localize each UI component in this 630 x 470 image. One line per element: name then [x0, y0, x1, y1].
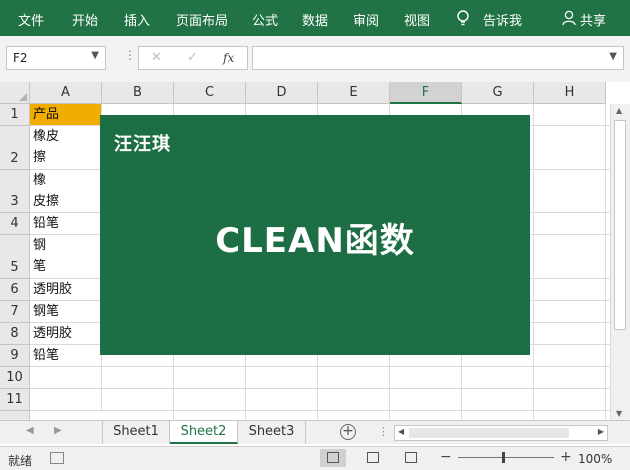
ribbon-menu: 文件 开始 插入 页面布局 公式 数据 审阅 视图 告诉我 共享 [0, 0, 630, 36]
confirm-icon[interactable]: ✓ [187, 50, 198, 65]
prev-sheet-icon[interactable]: ◀ [26, 425, 34, 436]
zoom-slider-thumb[interactable] [502, 452, 505, 463]
sheet-tab-sheet2[interactable]: Sheet2 [170, 421, 238, 444]
status-ready: 就绪 [8, 454, 33, 468]
share-button[interactable]: 共享 [580, 10, 606, 29]
tab-formulas[interactable]: 公式 [252, 10, 278, 29]
zoom-out-icon[interactable]: − [440, 449, 452, 465]
scroll-left-icon[interactable]: ◀ [398, 427, 404, 436]
tab-insert[interactable]: 插入 [124, 10, 150, 29]
sheet-tab-sheet1[interactable]: Sheet1 [102, 421, 170, 444]
banner-title: CLEAN函数 [215, 221, 415, 261]
scroll-up-icon[interactable]: ▲ [616, 106, 622, 115]
formula-bar-area: F2 ▼ ⋮ ✕ ✓ fx ▼ [0, 36, 630, 82]
zoom-slider[interactable] [458, 457, 554, 458]
sheet-tab-sheet3[interactable]: Sheet3 [238, 421, 306, 444]
horizontal-scroll-thumb[interactable] [409, 428, 569, 438]
normal-view-button[interactable] [320, 449, 346, 467]
page-layout-view-button[interactable] [360, 449, 386, 467]
status-bar: 就绪 − + 100% [0, 446, 630, 470]
vertical-scroll-thumb[interactable] [614, 120, 626, 330]
author-label: 汪汪琪 [114, 134, 171, 155]
scroll-right-icon[interactable]: ▶ [598, 427, 604, 436]
name-box-value: F2 [13, 51, 28, 65]
scroll-down-icon[interactable]: ▼ [616, 409, 622, 418]
resize-handle-icon[interactable]: ⋮ [124, 48, 136, 62]
tab-file[interactable]: 文件 [18, 10, 44, 29]
formula-buttons: ✕ ✓ fx [138, 46, 248, 70]
zoom-in-icon[interactable]: + [560, 449, 572, 465]
page-break-icon [405, 452, 417, 463]
macro-record-icon[interactable] [50, 452, 64, 464]
name-box[interactable]: F2 ▼ [6, 46, 106, 70]
tab-home[interactable]: 开始 [72, 10, 98, 29]
page-icon [367, 452, 379, 463]
vertical-scrollbar[interactable]: ▲ ▼ [610, 104, 630, 420]
tab-page-layout[interactable]: 页面布局 [176, 10, 228, 29]
cancel-icon[interactable]: ✕ [151, 50, 162, 65]
user-icon[interactable] [562, 10, 576, 26]
expand-formula-icon[interactable]: ▼ [609, 51, 617, 62]
chevron-down-icon[interactable]: ▼ [91, 50, 99, 61]
grid-icon [327, 452, 339, 463]
tell-me-box[interactable]: 告诉我 [483, 10, 522, 29]
tab-view[interactable]: 视图 [404, 10, 430, 29]
insert-function-icon[interactable]: fx [223, 51, 234, 65]
resize-handle-icon[interactable]: ⋮ [378, 425, 389, 438]
tab-data[interactable]: 数据 [302, 10, 328, 29]
title-banner-image[interactable]: 汪汪琪 CLEAN函数 [100, 115, 530, 355]
page-break-view-button[interactable] [398, 449, 424, 467]
horizontal-scrollbar[interactable]: ◀ ▶ [394, 425, 608, 441]
formula-input[interactable]: ▼ [252, 46, 624, 70]
lightbulb-icon[interactable] [456, 10, 470, 27]
sheet-tabs-bar: ◀ ▶ Sheet1 Sheet2 Sheet3 + ⋮ ◀ ▶ [0, 420, 630, 444]
tab-review[interactable]: 审阅 [353, 10, 379, 29]
zoom-level[interactable]: 100% [578, 452, 612, 466]
next-sheet-icon[interactable]: ▶ [54, 425, 62, 436]
add-sheet-icon[interactable]: + [340, 424, 356, 440]
